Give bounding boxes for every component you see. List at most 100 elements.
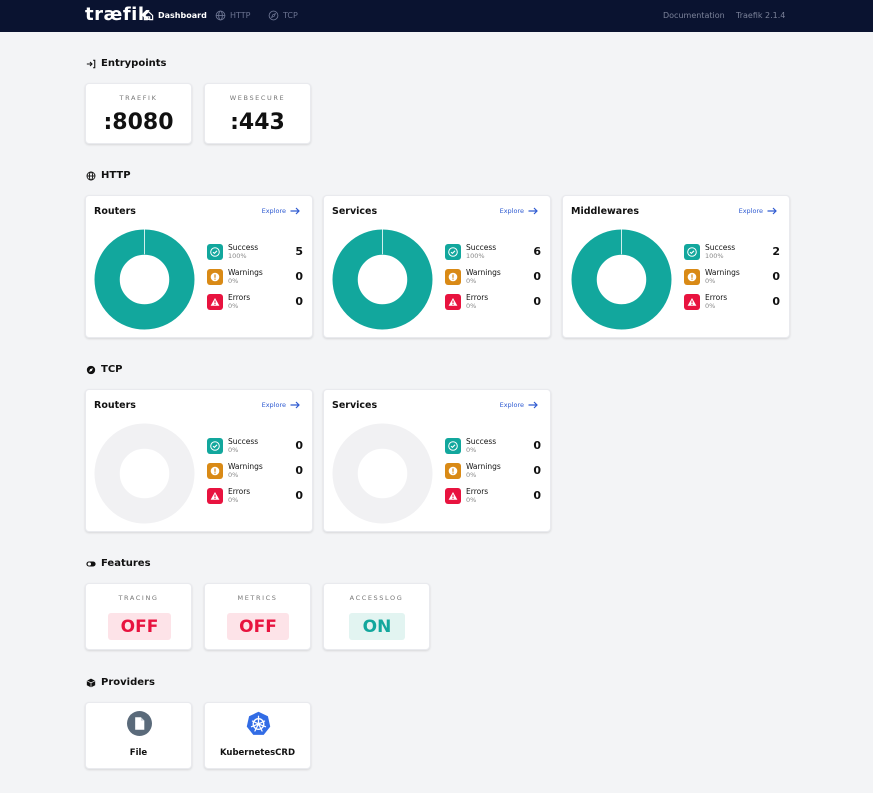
legend-label: Warnings — [228, 462, 263, 471]
legend-label: Success — [705, 243, 736, 252]
legend-count: 0 — [295, 489, 303, 502]
tcp-title: TCP — [101, 364, 123, 375]
explore-link[interactable]: Explore — [500, 207, 538, 215]
errors-icon — [445, 294, 461, 310]
legend-count: 0 — [295, 270, 303, 283]
toggle-icon — [86, 561, 96, 566]
legend-percent: 0% — [705, 277, 716, 285]
legend-label: Errors — [705, 293, 728, 302]
legend-warnings: Warnings 0% 0 — [207, 268, 303, 288]
explore-link[interactable]: Explore — [262, 207, 300, 215]
errors-icon — [445, 488, 461, 504]
provider-card-file: File — [85, 702, 192, 769]
provider-name: KubernetesCRD — [219, 748, 296, 758]
status-donut-chart — [94, 229, 195, 330]
legend-percent: 100% — [705, 252, 724, 260]
warnings-icon — [445, 463, 461, 479]
nav-tcp[interactable]: TCP — [268, 10, 298, 21]
legend-errors: Errors 0% 0 — [445, 487, 541, 507]
globe-icon — [215, 10, 226, 21]
nav-dashboard[interactable]: Dashboard — [143, 10, 207, 21]
legend-percent: 0% — [466, 471, 477, 479]
legend-percent: 0% — [466, 277, 477, 285]
legend-count: 0 — [533, 295, 541, 308]
donut-ring — [94, 423, 195, 524]
nav-tcp-label: TCP — [283, 11, 298, 20]
provider-name: File — [129, 748, 148, 758]
success-icon — [207, 438, 223, 454]
legend-errors: Errors 0% 0 — [207, 293, 303, 313]
cube-icon — [86, 678, 96, 687]
explore-link[interactable]: Explore — [500, 401, 538, 409]
legend-success: Success 100% 6 — [445, 243, 541, 263]
legend-percent: 0% — [228, 471, 239, 479]
legend-percent: 0% — [466, 302, 477, 310]
donut-ring — [332, 423, 433, 524]
legend-count: 0 — [533, 270, 541, 283]
entrypoints-section-title: Entrypoints — [86, 58, 167, 69]
legend-percent: 100% — [228, 252, 247, 260]
success-icon — [684, 244, 700, 260]
legend-count: 6 — [533, 245, 541, 258]
legend-count: 0 — [772, 270, 780, 283]
nav-http[interactable]: HTTP — [215, 10, 250, 21]
legend-percent: 0% — [705, 302, 716, 310]
legend-errors: Errors 0% 0 — [207, 487, 303, 507]
legend-label: Errors — [466, 293, 489, 302]
legend-label: Success — [228, 243, 259, 252]
legend-label: Warnings — [466, 268, 501, 277]
explore-link[interactable]: Explore — [739, 207, 777, 215]
legend-label: Errors — [228, 293, 251, 302]
legend-label: Success — [228, 437, 259, 446]
errors-icon — [207, 294, 223, 310]
globe-icon — [86, 171, 96, 180]
errors-icon — [207, 488, 223, 504]
entrypoint-name: WEBSECURE — [229, 94, 286, 102]
legend-label: Errors — [228, 487, 251, 496]
legend-warnings: Warnings 0% 0 — [684, 268, 780, 288]
legend-count: 0 — [772, 295, 780, 308]
card-title: Middlewares — [571, 206, 639, 217]
legend-label: Warnings — [466, 462, 501, 471]
status-donut-chart — [332, 423, 433, 524]
providers-title: Providers — [101, 677, 155, 688]
tcp-section-title: TCP — [86, 364, 123, 375]
legend-percent: 0% — [228, 302, 239, 310]
card-title: Routers — [94, 400, 136, 411]
legend-errors: Errors 0% 0 — [684, 293, 780, 313]
compass-icon — [86, 365, 96, 374]
legend-success: Success 100% 2 — [684, 243, 780, 263]
errors-icon — [684, 294, 700, 310]
features-section-title: Features — [86, 558, 151, 569]
sign-in-icon — [86, 59, 96, 68]
legend-warnings: Warnings 0% 0 — [207, 462, 303, 482]
legend-percent: 0% — [228, 496, 239, 504]
http-title: HTTP — [101, 170, 131, 181]
status-donut-chart — [94, 423, 195, 524]
explore-link[interactable]: Explore — [262, 401, 300, 409]
feature-status-badge: OFF — [227, 613, 289, 640]
explore-label: Explore — [261, 401, 286, 409]
legend-success: Success 0% 0 — [207, 437, 303, 457]
top-navbar: træfik Dashboard HTTP TCP Documentation … — [0, 0, 873, 32]
status-donut-chart — [571, 229, 672, 330]
entrypoint-port: :8080 — [103, 110, 174, 135]
entrypoint-card-traefik: TRAEFIK :8080 — [85, 83, 192, 144]
legend-label: Success — [466, 243, 497, 252]
legend-percent: 0% — [466, 496, 477, 504]
legend-percent: 0% — [228, 277, 239, 285]
feature-card-tracing: TRACING OFF — [85, 583, 192, 650]
legend-label: Warnings — [705, 268, 740, 277]
legend-percent: 0% — [466, 446, 477, 454]
card-title: Routers — [94, 206, 136, 217]
feature-status-badge: ON — [349, 613, 405, 640]
success-icon — [445, 438, 461, 454]
documentation-link[interactable]: Documentation — [663, 11, 725, 20]
http-routers-card: Routers Explore Success 100% 5 Warnings 0% 0 Err… — [85, 195, 313, 338]
legend-success: Success 0% 0 — [445, 437, 541, 457]
legend-count: 0 — [533, 439, 541, 452]
entrypoints-title: Entrypoints — [101, 58, 167, 69]
warnings-icon — [684, 269, 700, 285]
traefik-logo[interactable]: træfik — [85, 4, 150, 25]
legend-count: 2 — [772, 245, 780, 258]
